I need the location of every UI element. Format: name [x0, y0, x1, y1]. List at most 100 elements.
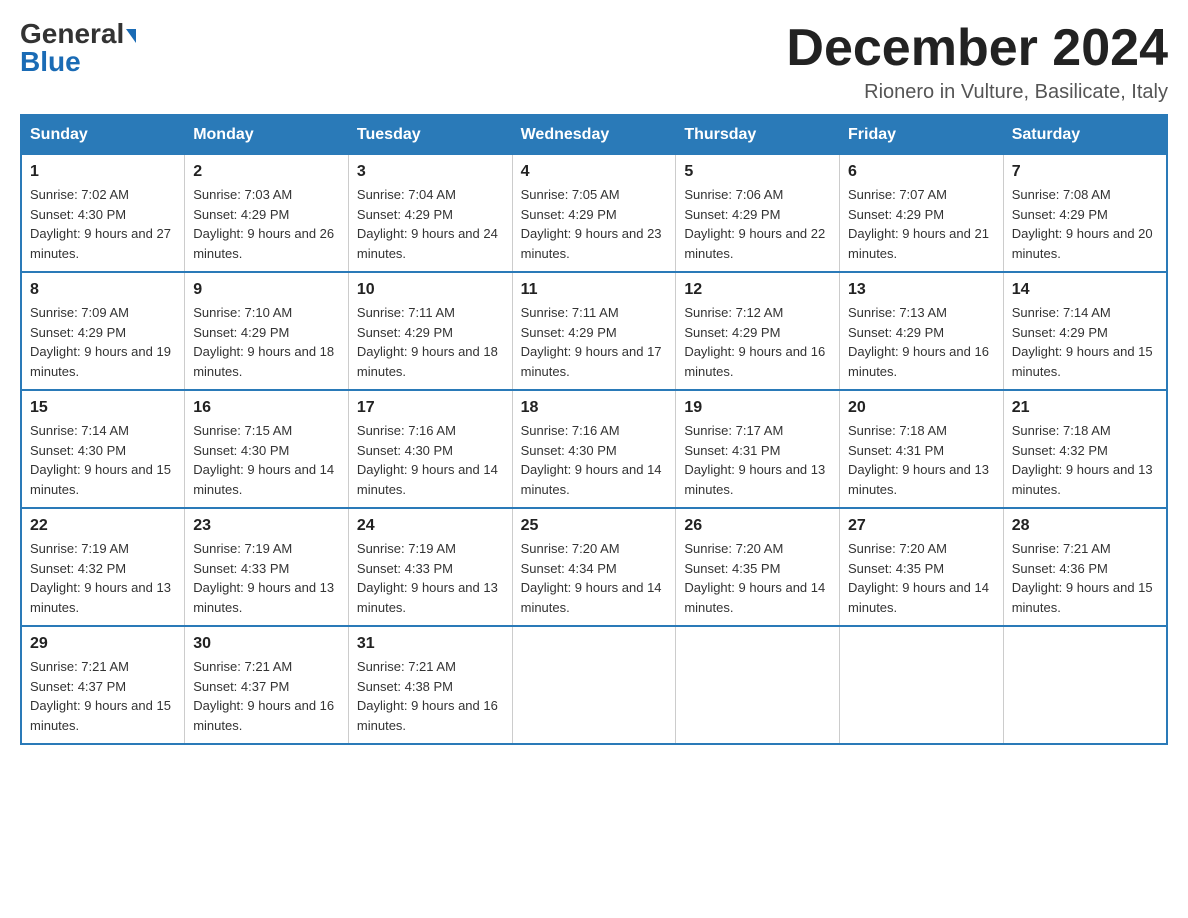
sunset-label: Sunset: 4:30 PM [30, 443, 126, 458]
day-info: Sunrise: 7:03 AM Sunset: 4:29 PM Dayligh… [193, 185, 340, 263]
day-info: Sunrise: 7:16 AM Sunset: 4:30 PM Dayligh… [357, 421, 504, 499]
header-sunday: Sunday [21, 115, 185, 155]
sunset-label: Sunset: 4:37 PM [30, 679, 126, 694]
day-number: 5 [684, 163, 831, 181]
sunset-label: Sunset: 4:30 PM [521, 443, 617, 458]
sunset-label: Sunset: 4:37 PM [193, 679, 289, 694]
sunset-label: Sunset: 4:29 PM [1012, 325, 1108, 340]
day-number: 1 [30, 163, 176, 181]
sunset-label: Sunset: 4:35 PM [684, 561, 780, 576]
day-number: 28 [1012, 517, 1158, 535]
sunset-label: Sunset: 4:31 PM [848, 443, 944, 458]
day-number: 31 [357, 635, 504, 653]
day-info: Sunrise: 7:20 AM Sunset: 4:35 PM Dayligh… [848, 539, 995, 617]
calendar-day-cell: 28 Sunrise: 7:21 AM Sunset: 4:36 PM Dayl… [1003, 508, 1167, 626]
day-number: 11 [521, 281, 668, 299]
day-number: 6 [848, 163, 995, 181]
calendar-day-cell: 22 Sunrise: 7:19 AM Sunset: 4:32 PM Dayl… [21, 508, 185, 626]
sunrise-label: Sunrise: 7:19 AM [357, 541, 456, 556]
calendar-day-cell: 25 Sunrise: 7:20 AM Sunset: 4:34 PM Dayl… [512, 508, 676, 626]
day-number: 27 [848, 517, 995, 535]
day-number: 9 [193, 281, 340, 299]
day-number: 14 [1012, 281, 1158, 299]
sunrise-label: Sunrise: 7:16 AM [357, 423, 456, 438]
daylight-label: Daylight: 9 hours and 13 minutes. [1012, 462, 1153, 497]
daylight-label: Daylight: 9 hours and 14 minutes. [193, 462, 334, 497]
day-info: Sunrise: 7:20 AM Sunset: 4:34 PM Dayligh… [521, 539, 668, 617]
header-wednesday: Wednesday [512, 115, 676, 155]
sunrise-label: Sunrise: 7:04 AM [357, 187, 456, 202]
calendar-day-cell [840, 626, 1004, 744]
daylight-label: Daylight: 9 hours and 14 minutes. [848, 580, 989, 615]
daylight-label: Daylight: 9 hours and 14 minutes. [521, 580, 662, 615]
sunrise-label: Sunrise: 7:11 AM [357, 305, 455, 320]
calendar-day-cell: 30 Sunrise: 7:21 AM Sunset: 4:37 PM Dayl… [185, 626, 349, 744]
sunset-label: Sunset: 4:29 PM [521, 207, 617, 222]
header-friday: Friday [840, 115, 1004, 155]
day-number: 17 [357, 399, 504, 417]
calendar-day-cell: 5 Sunrise: 7:06 AM Sunset: 4:29 PM Dayli… [676, 155, 840, 273]
sunrise-label: Sunrise: 7:20 AM [521, 541, 620, 556]
daylight-label: Daylight: 9 hours and 15 minutes. [30, 698, 171, 733]
calendar-day-cell: 26 Sunrise: 7:20 AM Sunset: 4:35 PM Dayl… [676, 508, 840, 626]
day-number: 25 [521, 517, 668, 535]
day-number: 21 [1012, 399, 1158, 417]
daylight-label: Daylight: 9 hours and 23 minutes. [521, 226, 662, 261]
calendar-day-cell [1003, 626, 1167, 744]
title-section: December 2024 Rionero in Vulture, Basili… [786, 20, 1168, 104]
calendar-day-cell: 2 Sunrise: 7:03 AM Sunset: 4:29 PM Dayli… [185, 155, 349, 273]
month-title: December 2024 [786, 20, 1168, 77]
sunset-label: Sunset: 4:29 PM [521, 325, 617, 340]
calendar-day-cell: 24 Sunrise: 7:19 AM Sunset: 4:33 PM Dayl… [348, 508, 512, 626]
sunrise-label: Sunrise: 7:20 AM [684, 541, 783, 556]
day-info: Sunrise: 7:05 AM Sunset: 4:29 PM Dayligh… [521, 185, 668, 263]
day-number: 18 [521, 399, 668, 417]
sunrise-label: Sunrise: 7:19 AM [193, 541, 292, 556]
sunrise-label: Sunrise: 7:18 AM [848, 423, 947, 438]
logo: General Blue [20, 20, 136, 76]
sunrise-label: Sunrise: 7:21 AM [357, 659, 456, 674]
sunrise-label: Sunrise: 7:12 AM [684, 305, 783, 320]
header-monday: Monday [185, 115, 349, 155]
calendar-day-cell: 13 Sunrise: 7:13 AM Sunset: 4:29 PM Dayl… [840, 272, 1004, 390]
day-info: Sunrise: 7:17 AM Sunset: 4:31 PM Dayligh… [684, 421, 831, 499]
day-number: 7 [1012, 163, 1158, 181]
day-info: Sunrise: 7:07 AM Sunset: 4:29 PM Dayligh… [848, 185, 995, 263]
day-info: Sunrise: 7:06 AM Sunset: 4:29 PM Dayligh… [684, 185, 831, 263]
sunset-label: Sunset: 4:29 PM [193, 325, 289, 340]
calendar-day-cell: 23 Sunrise: 7:19 AM Sunset: 4:33 PM Dayl… [185, 508, 349, 626]
daylight-label: Daylight: 9 hours and 16 minutes. [684, 344, 825, 379]
calendar-day-cell: 29 Sunrise: 7:21 AM Sunset: 4:37 PM Dayl… [21, 626, 185, 744]
sunrise-label: Sunrise: 7:21 AM [1012, 541, 1111, 556]
sunset-label: Sunset: 4:32 PM [1012, 443, 1108, 458]
day-info: Sunrise: 7:15 AM Sunset: 4:30 PM Dayligh… [193, 421, 340, 499]
sunrise-label: Sunrise: 7:14 AM [30, 423, 129, 438]
sunrise-label: Sunrise: 7:14 AM [1012, 305, 1111, 320]
calendar-day-cell: 7 Sunrise: 7:08 AM Sunset: 4:29 PM Dayli… [1003, 155, 1167, 273]
daylight-label: Daylight: 9 hours and 16 minutes. [357, 698, 498, 733]
calendar-table: Sunday Monday Tuesday Wednesday Thursday… [20, 114, 1168, 745]
daylight-label: Daylight: 9 hours and 13 minutes. [30, 580, 171, 615]
sunset-label: Sunset: 4:29 PM [193, 207, 289, 222]
calendar-day-cell: 11 Sunrise: 7:11 AM Sunset: 4:29 PM Dayl… [512, 272, 676, 390]
day-info: Sunrise: 7:19 AM Sunset: 4:32 PM Dayligh… [30, 539, 176, 617]
day-number: 15 [30, 399, 176, 417]
day-number: 13 [848, 281, 995, 299]
calendar-week-row: 15 Sunrise: 7:14 AM Sunset: 4:30 PM Dayl… [21, 390, 1167, 508]
sunset-label: Sunset: 4:30 PM [357, 443, 453, 458]
daylight-label: Daylight: 9 hours and 17 minutes. [521, 344, 662, 379]
daylight-label: Daylight: 9 hours and 13 minutes. [848, 462, 989, 497]
calendar-day-cell: 17 Sunrise: 7:16 AM Sunset: 4:30 PM Dayl… [348, 390, 512, 508]
sunset-label: Sunset: 4:29 PM [357, 325, 453, 340]
sunrise-label: Sunrise: 7:20 AM [848, 541, 947, 556]
calendar-week-row: 1 Sunrise: 7:02 AM Sunset: 4:30 PM Dayli… [21, 155, 1167, 273]
sunset-label: Sunset: 4:29 PM [30, 325, 126, 340]
calendar-day-cell: 12 Sunrise: 7:12 AM Sunset: 4:29 PM Dayl… [676, 272, 840, 390]
day-info: Sunrise: 7:21 AM Sunset: 4:38 PM Dayligh… [357, 657, 504, 735]
calendar-day-cell: 6 Sunrise: 7:07 AM Sunset: 4:29 PM Dayli… [840, 155, 1004, 273]
day-info: Sunrise: 7:02 AM Sunset: 4:30 PM Dayligh… [30, 185, 176, 263]
day-info: Sunrise: 7:09 AM Sunset: 4:29 PM Dayligh… [30, 303, 176, 381]
logo-line2: Blue [20, 48, 81, 76]
daylight-label: Daylight: 9 hours and 20 minutes. [1012, 226, 1153, 261]
sunrise-label: Sunrise: 7:17 AM [684, 423, 783, 438]
